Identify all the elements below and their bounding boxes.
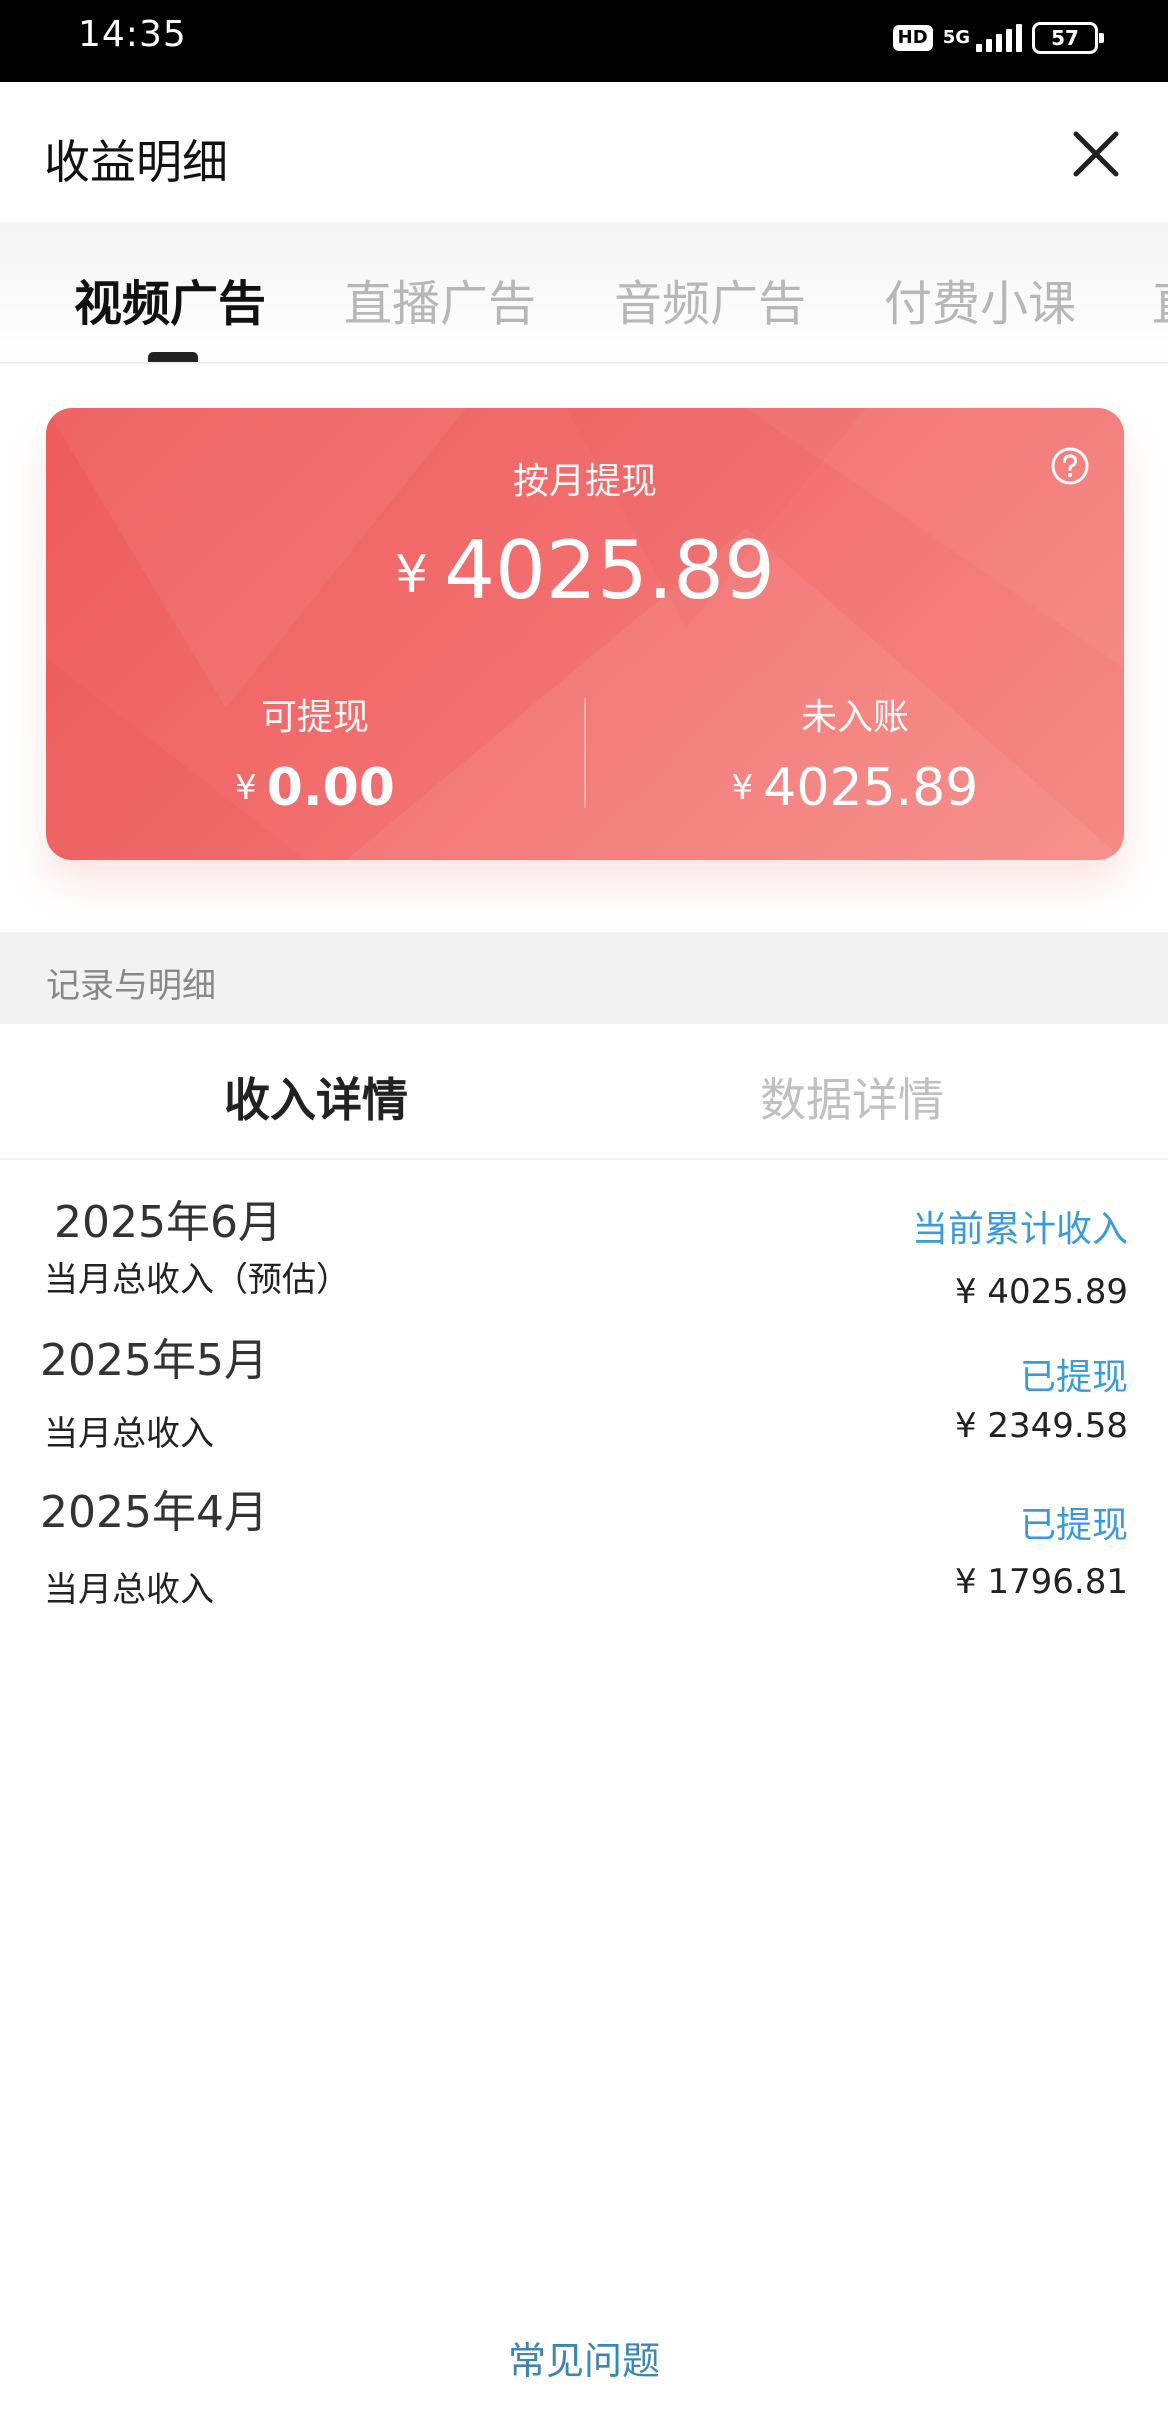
withdrawable-label: 可提现 (260, 697, 369, 738)
record-status: 当前累计收入 (911, 1209, 1128, 1250)
page-title: 收益明细 (44, 135, 228, 189)
status-time: 14:35 (78, 14, 187, 55)
record-amount: ¥ 2349.58 (954, 1406, 1128, 1446)
close-button[interactable] (1068, 126, 1124, 182)
record-description: 当月总收入 (44, 1570, 214, 1610)
list-item[interactable]: 2025年5月 已提现 当月总收入 ¥ 2349.58 (0, 1316, 1168, 1466)
tab-more[interactable]: 直 (1152, 264, 1168, 334)
total-amount: ¥4025.89 (46, 524, 1124, 617)
battery-icon: 57 (1032, 22, 1104, 54)
record-status: 已提现 (1019, 1357, 1128, 1398)
record-status: 已提现 (1019, 1505, 1128, 1546)
close-icon (1073, 131, 1119, 177)
pending-label: 未入账 (800, 697, 909, 738)
tab-audio-ads[interactable]: 音频广告 (614, 264, 806, 334)
status-bar: 14:35 HD 5G 57 (0, 0, 1168, 82)
records-label: 记录与明细 (46, 966, 216, 1006)
pending-amount-value: 4025.89 (763, 758, 979, 818)
category-tabs: 视频广告 直播广告 音频广告 付费小课 直 (0, 222, 1168, 364)
list-item[interactable]: 2025年4月 已提现 当月总收入 ¥ 1796.81 (0, 1472, 1168, 1622)
tab-income-details[interactable]: 收入详情 (24, 1064, 608, 1130)
total-amount-value: 4025.89 (444, 524, 775, 617)
withdrawable-amount: ¥0.00 (46, 758, 584, 818)
tab-live-ads[interactable]: 直播广告 (344, 264, 536, 334)
pending-amount: ¥4025.89 (586, 758, 1124, 818)
record-month: 2025年6月 (54, 1197, 282, 1248)
withdrawable-amount-value: 0.00 (266, 758, 395, 818)
status-indicators: HD 5G 57 (892, 18, 1104, 58)
network-type: 5G (942, 27, 970, 48)
faq-link[interactable]: 常见问题 (0, 2330, 1168, 2385)
hd-icon: HD (892, 25, 933, 51)
active-tab-indicator (148, 352, 198, 362)
page-header: 收益明细 (0, 82, 1168, 222)
currency-symbol: ¥ (235, 768, 257, 808)
signal-icon (976, 24, 1022, 52)
record-description: 当月总收入（预估） (44, 1260, 350, 1300)
question-circle-icon (1051, 447, 1089, 485)
tab-data-details[interactable]: 数据详情 (560, 1064, 1144, 1130)
records-section-header: 记录与明细 (0, 932, 1168, 1024)
detail-tabs: 收入详情 数据详情 (0, 1024, 1168, 1160)
record-month: 2025年4月 (40, 1487, 268, 1538)
list-item[interactable]: 2025年6月 当前累计收入 当月总收入（预估） ¥ 4025.89 (0, 1176, 1168, 1326)
help-button[interactable] (1050, 446, 1090, 486)
currency-symbol: ¥ (395, 545, 429, 605)
currency-symbol: ¥ (731, 768, 754, 808)
tab-video-ads[interactable]: 视频广告 (74, 264, 266, 334)
record-month: 2025年5月 (40, 1335, 268, 1386)
record-description: 当月总收入 (44, 1414, 214, 1454)
earnings-section: 按月提现 ¥4025.89 可提现 ¥0.00 未入账 ¥4025.89 (0, 364, 1168, 932)
tab-paid-courses[interactable]: 付费小课 (884, 264, 1076, 334)
record-amount: ¥ 4025.89 (954, 1272, 1128, 1312)
record-amount: ¥ 1796.81 (954, 1562, 1128, 1602)
card-title: 按月提现 (512, 461, 657, 502)
earnings-card: 按月提现 ¥4025.89 可提现 ¥0.00 未入账 ¥4025.89 (46, 408, 1124, 860)
